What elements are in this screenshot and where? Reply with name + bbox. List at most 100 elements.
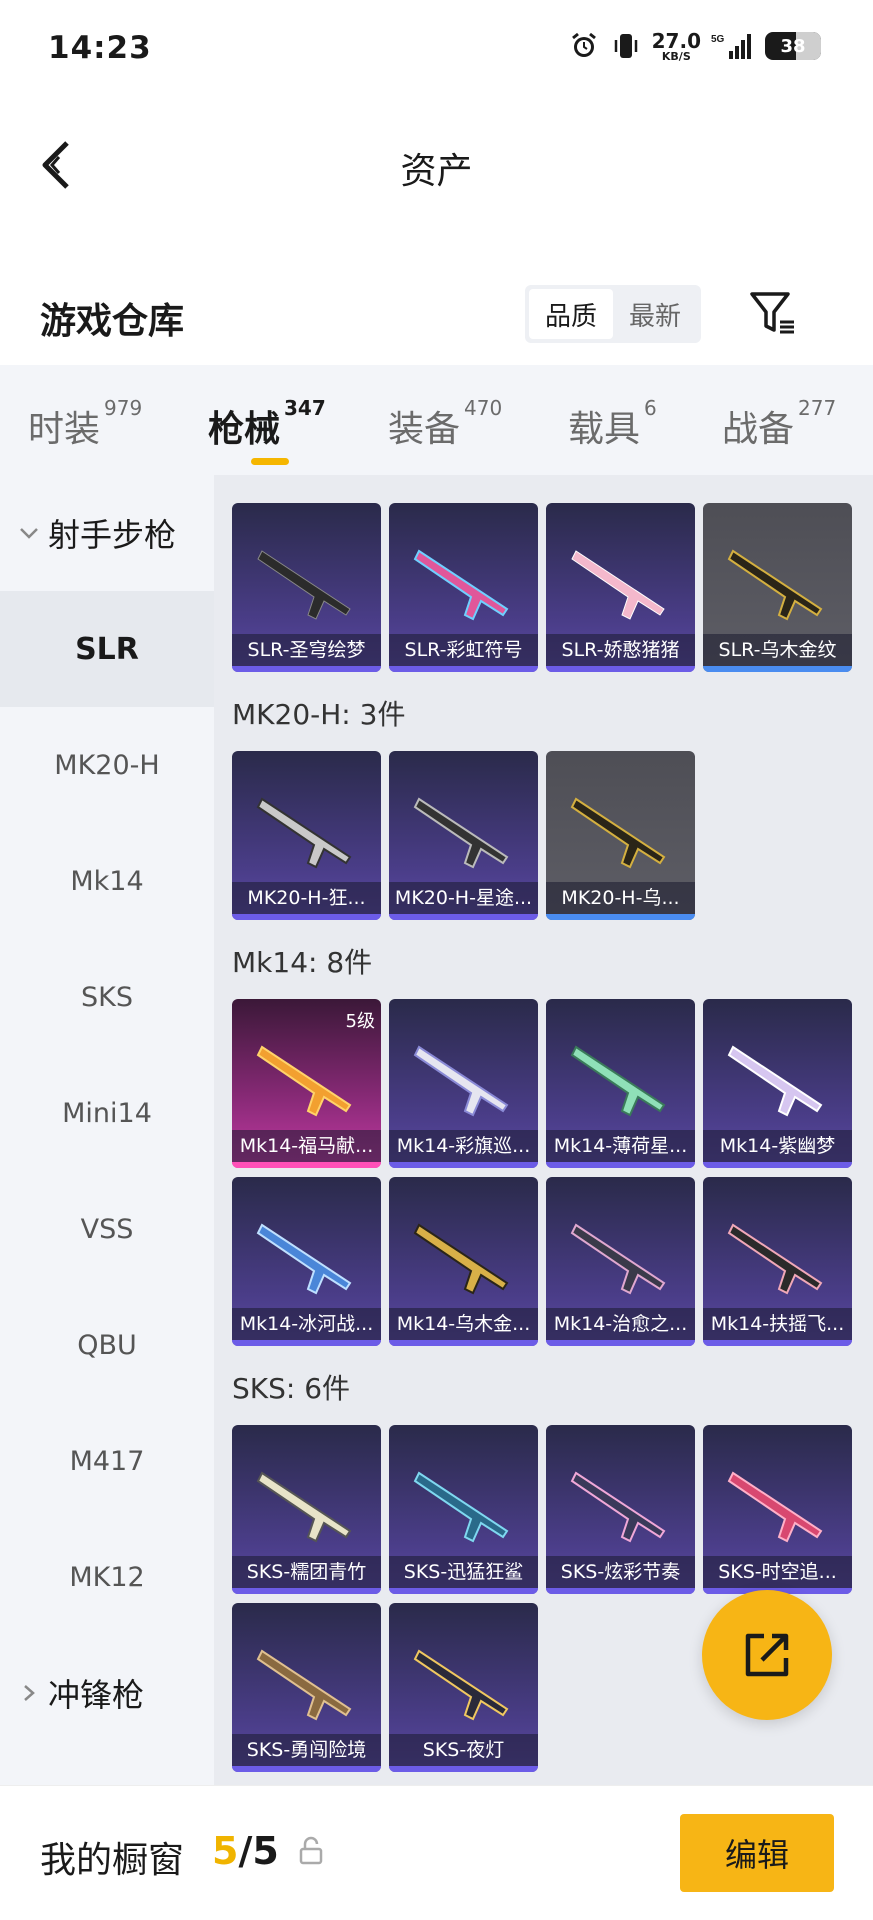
weapon-type-sidebar: 射手步枪 SLR MK20-H Mk14 SKS Mini14 VSS QBU … — [0, 475, 214, 1785]
rifle-icon — [571, 550, 665, 620]
skin-name: Mk14-薄荷星... — [546, 1130, 695, 1162]
sidebar-group-smgs[interactable]: 冲锋枪 — [0, 1635, 214, 1751]
tab-label: 战备 — [722, 409, 795, 450]
rifle-icon — [727, 1223, 823, 1295]
tab-count: 979 — [104, 396, 143, 420]
showcase-count-total: 5 — [252, 1829, 279, 1873]
rifle-icon — [257, 550, 351, 620]
sidebar-item-sks[interactable]: SKS — [0, 939, 214, 1055]
status-time: 14:23 — [48, 30, 152, 66]
rifle-icon — [413, 1649, 509, 1721]
skin-card[interactable]: Mk14-彩旗巡... — [389, 999, 538, 1168]
skin-card[interactable]: Mk14-治愈之... — [546, 1177, 695, 1346]
showcase-title: 我的橱窗 — [40, 1840, 185, 1881]
skin-name: MK20-H-狂... — [232, 882, 381, 914]
tab-equipment[interactable]: 装备470 — [388, 396, 502, 452]
skin-name: Mk14-冰河战... — [232, 1308, 381, 1340]
skin-name: Mk14-彩旗巡... — [389, 1130, 538, 1162]
skin-card[interactable]: SLR-彩虹符号 — [389, 503, 538, 672]
skin-card[interactable]: SKS-时空追... — [703, 1425, 852, 1594]
skin-name: SKS-时空追... — [703, 1556, 852, 1588]
rifle-icon — [727, 1471, 823, 1543]
skin-card[interactable]: SLR-乌木金纹 — [703, 503, 852, 672]
skin-card[interactable]: Mk14-冰河战... — [232, 1177, 381, 1346]
tab-count: 6 — [644, 396, 657, 420]
rifle-icon — [256, 1649, 352, 1721]
skin-card[interactable]: SKS-勇闯险境 — [232, 1603, 381, 1772]
sidebar-group-marksman-rifles[interactable]: 射手步枪 — [0, 475, 214, 591]
group-title: MK20-H: 3件 — [232, 698, 406, 731]
skin-name: Mk14-乌木金... — [389, 1308, 538, 1340]
rifle-icon — [570, 797, 666, 869]
skin-name: SKS-勇闯险境 — [232, 1734, 381, 1766]
rifle-icon — [570, 1045, 666, 1117]
skin-name: SLR-彩虹符号 — [389, 634, 538, 666]
card-row: 5级 Mk14-福马献... Mk14-彩旗巡... Mk14-薄荷星... Mk… — [232, 999, 852, 1168]
skin-name: SKS-迅猛狂鲨 — [389, 1556, 538, 1588]
category-tabs: 时装979 枪械347 装备470 载具6 战备277 — [0, 365, 873, 475]
tab-label: 枪械 — [208, 409, 281, 450]
skin-card[interactable]: MK20-H-乌... — [546, 751, 695, 920]
battery-icon: 38 — [765, 32, 821, 60]
tab-vehicles[interactable]: 载具6 — [568, 396, 657, 452]
skin-name: SKS-炫彩节奏 — [546, 1556, 695, 1588]
tab-count: 277 — [798, 396, 837, 420]
rifle-icon — [570, 1471, 666, 1543]
sidebar-item-mk14[interactable]: Mk14 — [0, 823, 214, 939]
sort-option-newest[interactable]: 最新 — [613, 289, 697, 339]
tab-label: 装备 — [388, 409, 461, 450]
skin-name: SKS-夜灯 — [389, 1734, 538, 1766]
lock-icon — [299, 1836, 323, 1865]
sidebar-item-qbu[interactable]: QBU — [0, 1287, 214, 1403]
skin-card[interactable]: Mk14-乌木金... — [389, 1177, 538, 1346]
skin-name: SLR-娇憨猪猪 — [546, 634, 695, 666]
skin-name: Mk14-扶摇飞... — [703, 1308, 852, 1340]
status-bar: 14:23 27.0 KB/S 5G 38 — [0, 0, 873, 105]
sidebar-item-mk20h[interactable]: MK20-H — [0, 707, 214, 823]
rifle-icon — [570, 1223, 666, 1295]
skin-card[interactable]: MK20-H-星途... — [389, 751, 538, 920]
share-button[interactable] — [702, 1590, 832, 1720]
edit-button[interactable]: 编辑 — [680, 1814, 834, 1892]
rifle-icon — [413, 797, 509, 869]
tab-supplies[interactable]: 战备277 — [722, 396, 836, 452]
filter-button[interactable] — [744, 285, 800, 341]
rifle-icon — [256, 797, 352, 869]
sidebar-item-mini14[interactable]: Mini14 — [0, 1055, 214, 1171]
tab-guns[interactable]: 枪械347 — [208, 396, 326, 452]
tab-fashion[interactable]: 时装979 — [28, 396, 142, 452]
skin-card[interactable]: SLR-圣穹绘梦 — [232, 503, 381, 672]
sidebar-item-mk12[interactable]: MK12 — [0, 1519, 214, 1635]
share-icon — [745, 1633, 789, 1677]
skin-card[interactable]: 5级 Mk14-福马献... — [232, 999, 381, 1168]
skin-card[interactable]: SKS-炫彩节奏 — [546, 1425, 695, 1594]
svg-text:5G: 5G — [711, 34, 725, 45]
sort-option-quality[interactable]: 品质 — [529, 289, 613, 339]
skin-card[interactable]: SKS-夜灯 — [389, 1603, 538, 1772]
nav-bar: 资产 — [0, 110, 873, 220]
active-tab-indicator — [251, 458, 289, 465]
skin-card[interactable]: SKS-迅猛狂鲨 — [389, 1425, 538, 1594]
showcase-count-separator: / — [238, 1829, 253, 1873]
warehouse-title: 游戏仓库 — [40, 301, 185, 342]
warehouse-header: 游戏仓库 品质 最新 — [0, 270, 873, 360]
chevron-down-icon — [20, 528, 38, 539]
sidebar-item-vss[interactable]: VSS — [0, 1171, 214, 1287]
skin-card[interactable]: Mk14-扶摇飞... — [703, 1177, 852, 1346]
rifle-icon — [413, 1223, 509, 1295]
sidebar-group-label: 射手步枪 — [48, 516, 177, 554]
skin-name: MK20-H-星途... — [389, 882, 538, 914]
skin-card[interactable]: Mk14-薄荷星... — [546, 999, 695, 1168]
showcase-bar: 我的橱窗 5/5 编辑 — [0, 1785, 873, 1920]
sidebar-item-slr[interactable]: SLR — [0, 591, 214, 707]
skin-card[interactable]: SLR-娇憨猪猪 — [546, 503, 695, 672]
tab-count: 347 — [284, 396, 326, 420]
skin-card[interactable]: Mk14-紫幽梦 — [703, 999, 852, 1168]
tab-count: 470 — [464, 396, 503, 420]
skin-card[interactable]: MK20-H-狂... — [232, 751, 381, 920]
sidebar-item-m417[interactable]: M417 — [0, 1403, 214, 1519]
skin-card[interactable]: SKS-糯团青竹 — [232, 1425, 381, 1594]
card-row: SKS-勇闯险境 SKS-夜灯 — [232, 1603, 538, 1772]
alarm-icon — [568, 30, 600, 62]
showcase-count: 5/5 — [212, 1829, 279, 1873]
